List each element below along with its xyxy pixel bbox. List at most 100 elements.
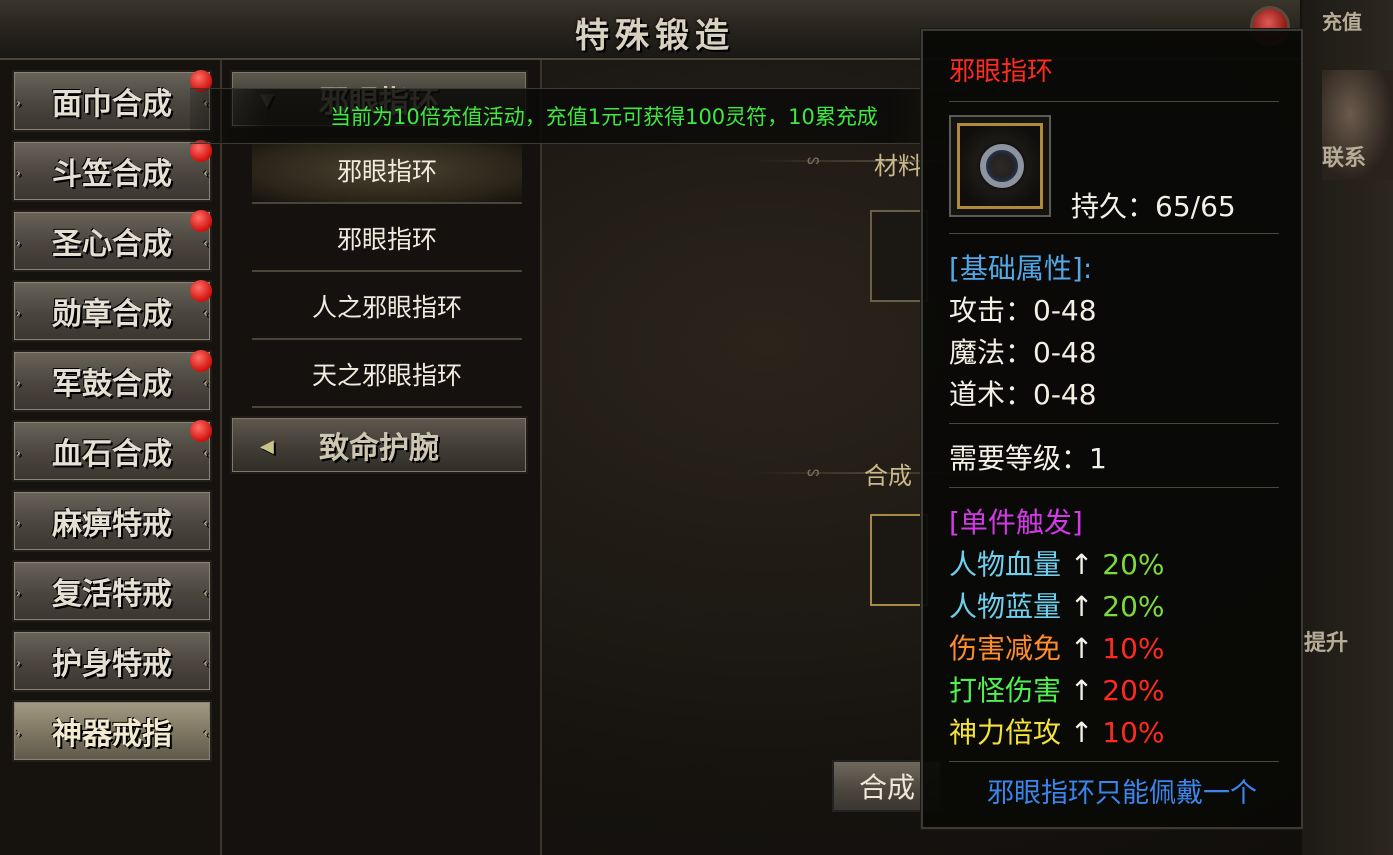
item-icon [949, 115, 1051, 217]
materials-label: 材料 [874, 152, 922, 180]
triangle-left-icon: ◀ [260, 436, 274, 457]
arrow-right-icon: ‹ [203, 656, 208, 670]
category-label: 血石合成 [52, 437, 172, 472]
category-button-protection-ring[interactable]: › 护身特戒 ‹ [12, 630, 212, 692]
item-tooltip: 邪眼指环 持久：65/65 [基础属性]: 攻击：0-48 魔法：0-48 道术… [921, 29, 1303, 829]
trigger-value: 10% [1102, 716, 1165, 749]
sub-item[interactable]: 天之邪眼指环 [252, 342, 522, 408]
trigger-name: 人物血量 [949, 548, 1062, 581]
arrow-right-icon: ‹ [203, 586, 208, 600]
divider [949, 487, 1279, 488]
category-button-paralysis-ring[interactable]: › 麻痹特戒 ‹ [12, 490, 212, 552]
arrow-left-icon: › [16, 656, 21, 670]
arrow-left-icon: › [16, 166, 21, 180]
category-button-hat[interactable]: › 斗笠合成 ‹ [12, 140, 212, 202]
subgroup-label: 致命护腕 [319, 431, 439, 466]
item-name: 邪眼指环 [949, 57, 1054, 87]
notification-dot-icon [190, 210, 212, 232]
arrow-left-icon: › [16, 726, 21, 740]
stat-attack: 攻击：0-48 [949, 294, 1097, 327]
arrow-right-icon: ‹ [203, 236, 208, 250]
special-forge-window: 特殊锻造 › 面巾合成 ‹ › 斗笠合成 ‹ › 圣心合成 ‹ › 勋章合成 ‹ [0, 0, 1393, 855]
stat-taoism: 道术：0-48 [949, 378, 1097, 411]
result-slot[interactable] [870, 514, 928, 606]
category-label: 斗笠合成 [52, 157, 172, 192]
arrow-left-icon: › [16, 516, 21, 530]
arrow-right-icon: ‹ [203, 446, 208, 460]
category-label: 麻痹特戒 [52, 507, 172, 542]
arrow-left-icon: › [16, 446, 21, 460]
base-attributes-header: [基础属性]: [949, 252, 1093, 285]
trigger-value: 20% [1102, 590, 1165, 623]
category-button-face-towel[interactable]: › 面巾合成 ‹ [12, 70, 212, 132]
sub-item[interactable]: 人之邪眼指环 [252, 274, 522, 340]
up-arrow-icon: ↑ [1069, 548, 1094, 581]
category-label: 护身特戒 [52, 647, 172, 682]
arrow-left-icon: › [16, 306, 21, 320]
contact-text[interactable]: 联系 [1322, 140, 1366, 172]
sub-item[interactable]: 邪眼指环 [252, 138, 522, 204]
divider [949, 233, 1279, 234]
sub-item[interactable]: 邪眼指环 [252, 206, 522, 272]
arrow-right-icon: ‹ [203, 166, 208, 180]
trigger-row: 伤害减免 ↑ 10% [949, 627, 1165, 667]
up-arrow-icon: ↑ [1069, 590, 1094, 623]
notification-dot-icon [190, 420, 212, 442]
wear-limit-note: 邪眼指环只能佩戴一个 [987, 778, 1257, 809]
arrow-right-icon: ‹ [203, 726, 208, 740]
trigger-name: 打怪伤害 [949, 674, 1062, 707]
item-frame [957, 123, 1043, 209]
category-label: 圣心合成 [52, 227, 172, 262]
trigger-value: 20% [1102, 674, 1165, 707]
category-button-medal[interactable]: › 勋章合成 ‹ [12, 280, 212, 342]
category-list: › 面巾合成 ‹ › 斗笠合成 ‹ › 圣心合成 ‹ › 勋章合成 ‹ › 军鼓… [0, 60, 222, 855]
category-label: 神器戒指 [52, 717, 172, 752]
divider [949, 761, 1279, 762]
notification-dot-icon [190, 280, 212, 302]
category-label: 勋章合成 [52, 297, 172, 332]
notification-dot-icon [190, 350, 212, 372]
category-label: 面巾合成 [52, 87, 172, 122]
stat-magic: 魔法：0-48 [949, 336, 1097, 369]
level-requirement: 需要等级：1 [949, 442, 1107, 475]
arrow-right-icon: ‹ [203, 376, 208, 390]
category-label: 军鼓合成 [52, 367, 172, 402]
ornament-icon: ᔕ [807, 464, 820, 480]
trigger-row: 神力倍攻 ↑ 10% [949, 711, 1165, 751]
category-button-revive-ring[interactable]: › 复活特戒 ‹ [12, 560, 212, 622]
up-arrow-icon: ↑ [1069, 632, 1094, 665]
category-button-war-drum[interactable]: › 军鼓合成 ‹ [12, 350, 212, 412]
upgrade-text[interactable]: 提升 [1304, 625, 1348, 657]
trigger-name: 神力倍攻 [949, 716, 1062, 749]
trigger-row: 人物蓝量 ↑ 20% [949, 585, 1165, 625]
trigger-row: 人物血量 ↑ 20% [949, 543, 1165, 583]
arrow-left-icon: › [16, 376, 21, 390]
arrow-left-icon: › [16, 96, 21, 110]
trigger-value: 20% [1102, 548, 1165, 581]
category-button-blood-stone[interactable]: › 血石合成 ‹ [12, 420, 212, 482]
category-button-artifact-ring[interactable]: › 神器戒指 ‹ [12, 700, 212, 762]
durability-text: 持久：65/65 [1071, 190, 1236, 223]
material-slot[interactable] [870, 210, 928, 302]
trigger-row: 打怪伤害 ↑ 20% [949, 669, 1165, 709]
category-label: 复活特戒 [52, 577, 172, 612]
ring-icon [980, 144, 1024, 188]
ornament-icon: ᔕ [807, 152, 820, 168]
up-arrow-icon: ↑ [1069, 674, 1094, 707]
trigger-name: 人物蓝量 [949, 590, 1062, 623]
divider [949, 101, 1279, 102]
announcement-marquee: 当前为10倍充值活动，充值1元可获得100灵符，10累充成 [190, 88, 970, 144]
arrow-left-icon: › [16, 586, 21, 600]
arrow-right-icon: ‹ [203, 516, 208, 530]
category-button-holy-heart[interactable]: › 圣心合成 ‹ [12, 210, 212, 272]
up-arrow-icon: ↑ [1069, 716, 1094, 749]
divider [949, 423, 1279, 424]
trigger-value: 10% [1102, 632, 1165, 665]
result-label: 合成 [864, 462, 912, 490]
arrow-left-icon: › [16, 236, 21, 250]
arrow-right-icon: ‹ [203, 306, 208, 320]
recharge-text[interactable]: 充值 [1322, 6, 1362, 35]
trigger-name: 伤害减免 [949, 632, 1062, 665]
trigger-header: [单件触发] [949, 506, 1083, 539]
subgroup-header-collapsed[interactable]: ◀ 致命护腕 [230, 416, 528, 474]
